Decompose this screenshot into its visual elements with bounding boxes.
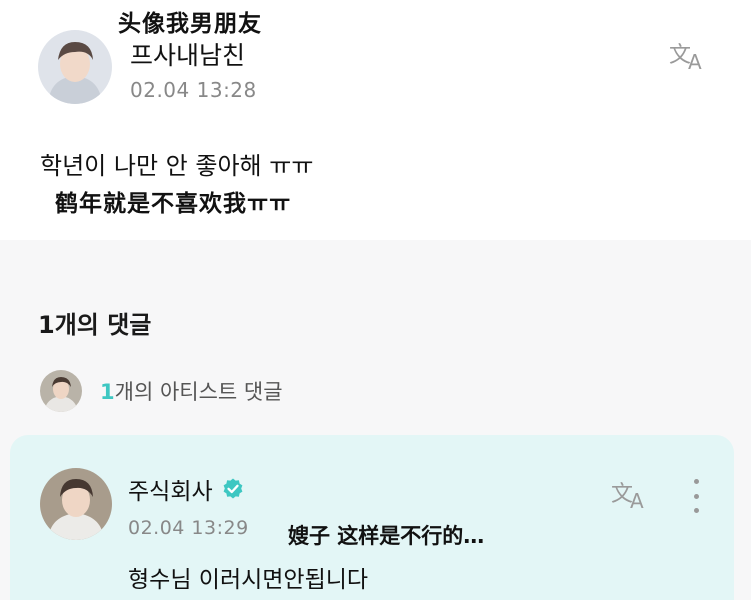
- svg-text:A: A: [630, 489, 644, 512]
- post-author-avatar[interactable]: [38, 30, 112, 104]
- more-dot: [693, 508, 699, 513]
- artist-avatar: [40, 370, 82, 412]
- post-timestamp: 02.04 13:28: [130, 78, 257, 102]
- more-dot: [693, 493, 699, 499]
- artist-comments-link[interactable]: 1개의 아티스트 댓글: [38, 368, 358, 412]
- post-card: 头像我男朋友 프사내남친 02.04 13:28 文 A 학년이 나만 안 좋아…: [0, 0, 751, 240]
- post-author-name[interactable]: 프사내남친: [130, 36, 245, 72]
- comment-author-row: 주식회사: [128, 472, 245, 506]
- artist-comment-count: 1: [100, 380, 115, 404]
- comment-author-avatar[interactable]: [40, 468, 112, 540]
- more-dot: [693, 479, 699, 484]
- svg-text:A: A: [688, 50, 702, 73]
- comment-caption-overlay: 嫂子 这样是不行的…: [288, 524, 485, 548]
- translate-icon: 文 A: [669, 43, 702, 73]
- artist-comments-label: 1개의 아티스트 댓글: [100, 376, 283, 406]
- comment-author-name[interactable]: 주식회사: [128, 472, 213, 506]
- comment-timestamp: 02.04 13:29: [128, 517, 249, 539]
- comment-body-text: 형수님 이러시면안됩니다: [128, 567, 369, 593]
- more-vertical-icon[interactable]: [682, 475, 710, 517]
- post-body-caption-overlay: 鹤年就是不喜欢我ㅠㅠ: [55, 191, 292, 217]
- post-body-text: 학년이 나만 안 좋아해 ㅠㅠ: [40, 152, 314, 180]
- artist-comment-card: 주식회사 文 A 02.04 13:29 嫂子 这样是不行的… 형수님 이러시면…: [10, 435, 734, 600]
- verified-check-icon: [223, 478, 243, 499]
- translate-icon: 文 A: [611, 482, 644, 512]
- comment-translate-button[interactable]: 文 A: [608, 475, 654, 515]
- artist-comment-text: 개의 아티스트 댓글: [114, 380, 283, 404]
- post-translate-button[interactable]: 文 A: [666, 36, 712, 76]
- comments-count-heading: 1개의 댓글: [38, 311, 152, 339]
- post-caption-overlay: 头像我男朋友: [118, 11, 262, 37]
